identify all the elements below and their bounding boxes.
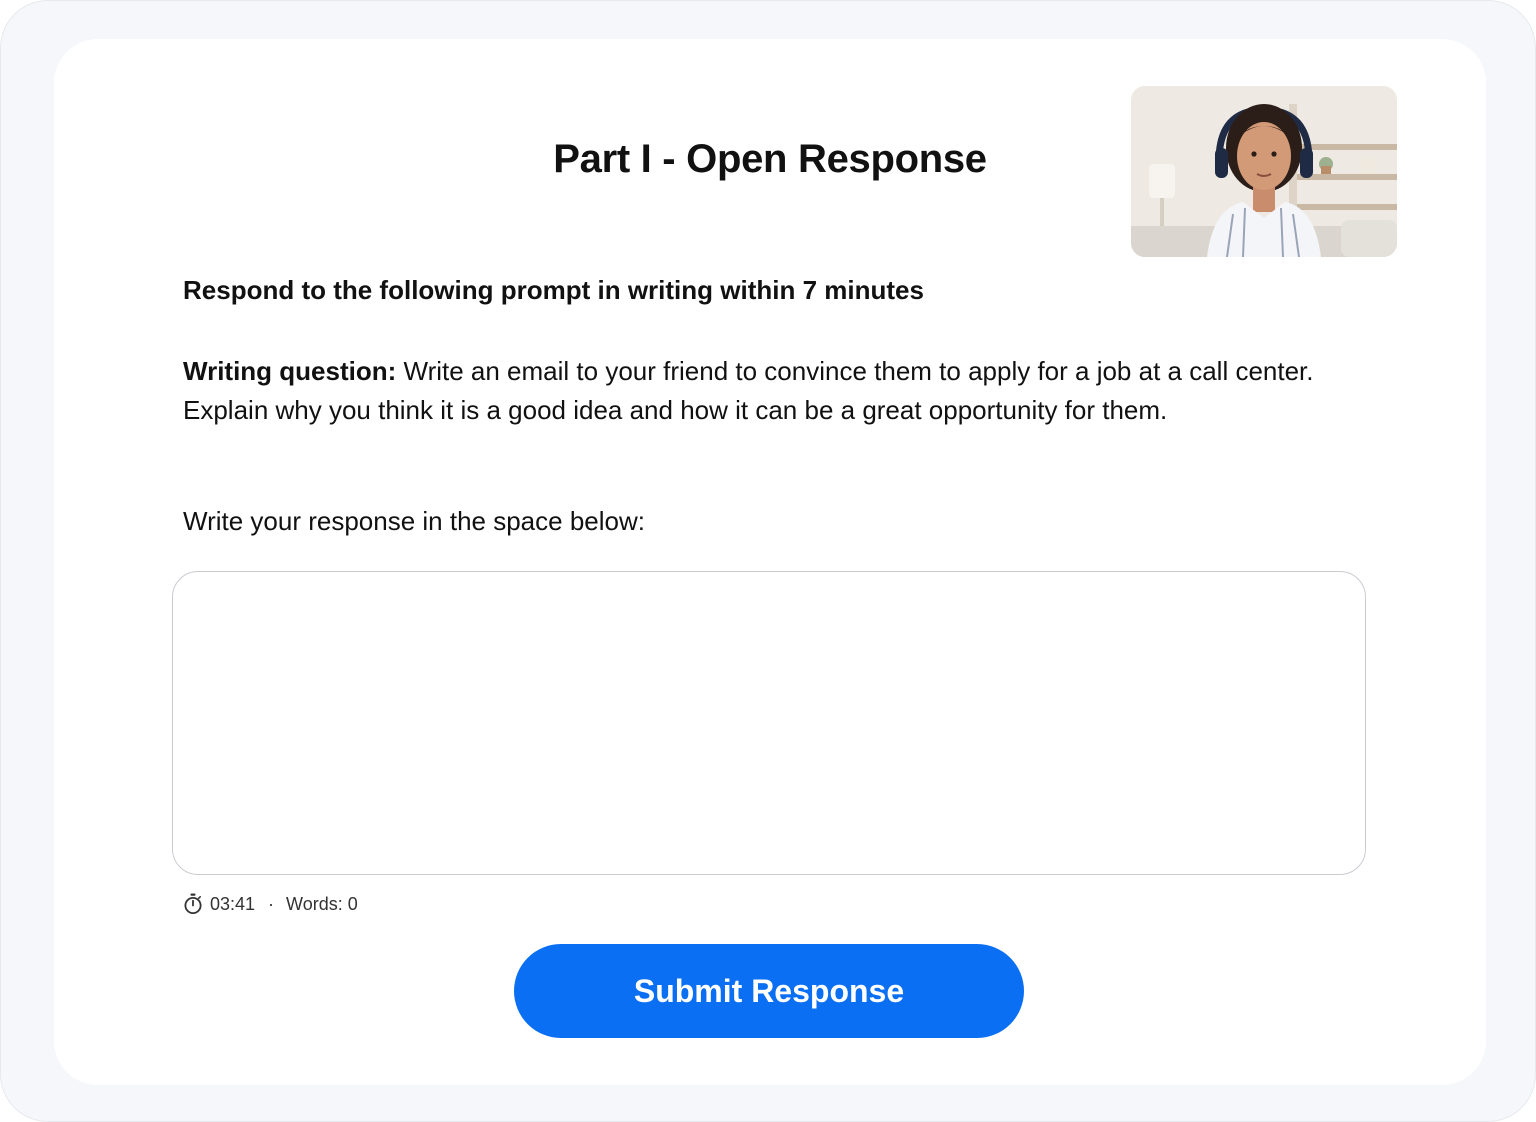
timer-value: 03:41 (210, 893, 256, 914)
response-label: Write your response in the space below: (183, 506, 645, 536)
writing-question: Writing question: Write an email to your… (183, 352, 1343, 430)
response-status-bar: 03:41 · Words: 0 (183, 892, 358, 916)
response-textarea[interactable] (172, 571, 1366, 875)
status-separator: · (268, 893, 275, 914)
writing-question-label: Writing question: (183, 356, 397, 386)
stopwatch-icon (183, 893, 203, 915)
webcam-preview (1131, 86, 1397, 257)
submit-response-button[interactable]: Submit Response (514, 944, 1024, 1038)
word-count: Words: 0 (286, 893, 358, 914)
device-frame: Part I - Open Response Respond to the fo… (0, 0, 1536, 1122)
test-screen: Part I - Open Response Respond to the fo… (54, 39, 1486, 1085)
prompt-instruction: Respond to the following prompt in writi… (183, 275, 924, 305)
webcam-feed-image (1131, 86, 1397, 257)
